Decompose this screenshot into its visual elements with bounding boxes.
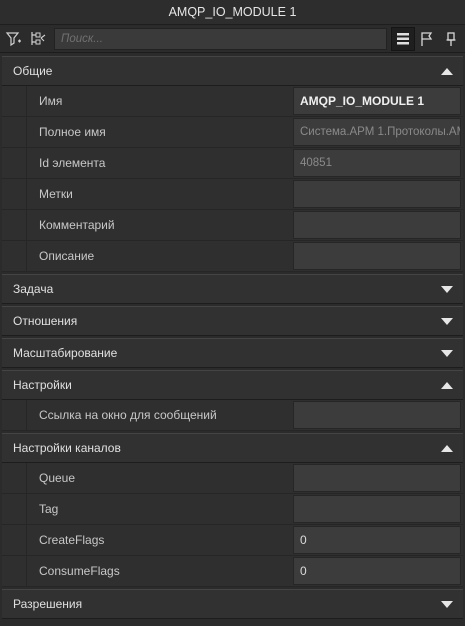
section-scaling[interactable]: Масштабирование	[2, 338, 463, 368]
flag-icon	[421, 31, 433, 46]
list-view-button[interactable]	[391, 26, 415, 51]
section-label: Отношения	[13, 314, 78, 328]
property-list: Общие Имя AMQP_IO_MODULE 1 Полное имя Си…	[0, 56, 465, 619]
tag-field[interactable]	[293, 495, 461, 523]
property-row-description: Описание	[2, 241, 463, 272]
window-title: AMQP_IO_MODULE 1	[0, 0, 465, 25]
property-label: Полное имя	[39, 125, 106, 139]
section-task[interactable]: Задача	[2, 274, 463, 304]
chevron-up-icon[interactable]	[441, 381, 453, 389]
chevron-down-icon[interactable]	[441, 317, 453, 325]
chevron-down-icon[interactable]	[441, 600, 453, 608]
flag-button[interactable]	[415, 27, 439, 51]
section-label: Общие	[13, 64, 53, 78]
pin-icon	[446, 31, 456, 46]
consume-flags-field[interactable]: 0	[293, 557, 461, 585]
property-row-queue: Queue	[2, 463, 463, 494]
property-row-name: Имя AMQP_IO_MODULE 1	[2, 86, 463, 117]
element-id-field: 40851	[293, 149, 461, 177]
section-label: Настройки	[13, 378, 72, 392]
section-permissions[interactable]: Разрешения	[2, 589, 463, 619]
property-label: Комментарий	[39, 218, 115, 232]
list-icon	[397, 32, 409, 44]
property-row-tags: Метки	[2, 179, 463, 210]
section-general[interactable]: Общие	[2, 56, 463, 86]
toolbar	[0, 25, 465, 53]
chevron-down-icon[interactable]	[441, 285, 453, 293]
name-field[interactable]: AMQP_IO_MODULE 1	[293, 87, 461, 115]
section-label: Разрешения	[13, 597, 83, 611]
property-label: Метки	[39, 187, 73, 201]
property-label: Ссылка на окно для сообщений	[39, 408, 217, 422]
property-row-message-window-link: Ссылка на окно для сообщений	[2, 400, 463, 431]
search-input[interactable]	[54, 27, 387, 50]
pin-button[interactable]	[439, 27, 463, 51]
tree-icon[interactable]	[26, 27, 50, 51]
property-row-create-flags: CreateFlags 0	[2, 525, 463, 556]
property-label: Queue	[39, 471, 76, 485]
property-label: ConsumeFlags	[39, 564, 120, 578]
section-channel-settings[interactable]: Настройки каналов	[2, 433, 463, 463]
section-label: Настройки каналов	[13, 441, 121, 455]
property-label: Имя	[39, 94, 63, 108]
tags-field[interactable]	[293, 180, 461, 208]
chevron-up-icon[interactable]	[441, 444, 453, 452]
chevron-down-icon[interactable]	[441, 349, 453, 357]
chevron-up-icon[interactable]	[441, 67, 453, 75]
property-label: Описание	[39, 249, 95, 263]
create-flags-field[interactable]: 0	[293, 526, 461, 554]
property-label: Id элемента	[39, 156, 106, 170]
property-label: CreateFlags	[39, 533, 105, 547]
queue-field[interactable]	[293, 464, 461, 492]
description-field[interactable]	[293, 242, 461, 270]
property-row-element-id: Id элемента 40851	[2, 148, 463, 179]
property-row-comment: Комментарий	[2, 210, 463, 241]
message-window-link-field[interactable]	[293, 401, 461, 429]
section-label: Задача	[13, 282, 54, 296]
section-label: Масштабирование	[13, 346, 118, 360]
property-label: Tag	[39, 502, 59, 516]
full-name-field: Система.АРМ 1.Протоколы.AMQP_IO_MODULE 1	[293, 118, 461, 146]
filter-icon[interactable]	[2, 27, 26, 51]
section-settings[interactable]: Настройки	[2, 370, 463, 400]
property-row-consume-flags: ConsumeFlags 0	[2, 556, 463, 587]
comment-field[interactable]	[293, 211, 461, 239]
property-row-full-name: Полное имя Система.АРМ 1.Протоколы.AMQP_…	[2, 117, 463, 148]
section-relations[interactable]: Отношения	[2, 306, 463, 336]
property-row-tag: Tag	[2, 494, 463, 525]
